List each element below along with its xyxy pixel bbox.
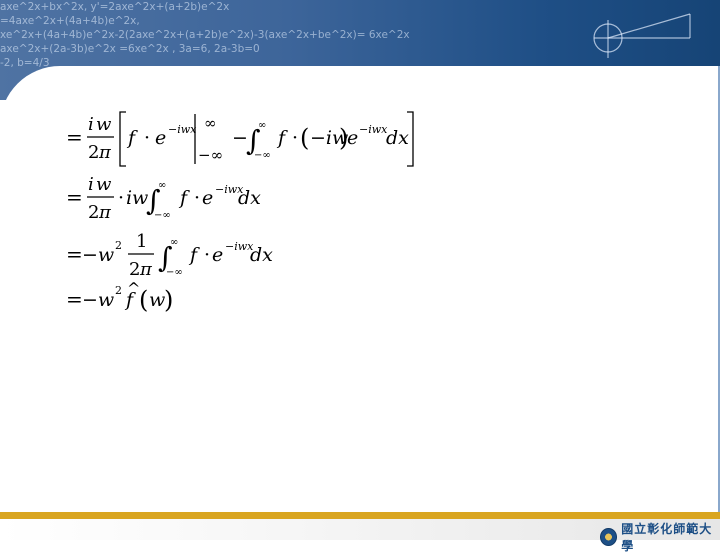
integral-lower-neg-infinity: −∞ [154,210,171,221]
banner-line: axe^2x+(2a-3b)e^2x =6xe^2x , 3a=6, 2a-3b… [0,43,260,55]
equals-sign: = [66,185,83,209]
left-paren: ( [139,286,148,314]
university-logo: 國立彰化師範大學 [600,520,720,554]
denominator-2: 2 [129,259,140,280]
term-neg-w: −w [82,289,114,311]
term-e: e [202,187,213,209]
term-e: e [347,127,358,149]
geometry-sketch-icon [593,13,691,58]
seal-icon [600,528,618,546]
integral-lower-neg-infinity: −∞ [166,267,183,278]
dot-operator: · [118,187,124,209]
footer-gold-bar [0,512,720,519]
equation-line-2: = i w 2 π · i w ∫ ∞ −∞ f · e −iwx dx [66,174,261,223]
exponent-iwx: −iwx [359,123,388,136]
left-bracket [119,111,126,167]
dot-operator: · [292,127,298,149]
numerator-w: w [96,174,112,195]
variable-w: w [149,289,165,311]
term-e: e [212,244,223,266]
left-paren: ( [300,124,309,152]
denominator-pi: π [139,259,153,280]
numerator-i: i [88,174,94,195]
exponent-two: 2 [115,239,122,252]
numerator-w: w [96,114,112,135]
university-name: 國立彰化師範大學 [621,522,713,553]
denominator-pi: π [98,142,112,163]
term-e: e [155,127,166,149]
integral-upper-infinity: ∞ [258,120,266,131]
banner-line: =4axe^2x+(4a+4b)e^2x, [0,15,140,27]
denominator-2: 2 [88,202,99,223]
dot-operator: · [194,187,200,209]
integral-lower-neg-infinity: −∞ [254,150,271,161]
lower-limit-neg-infinity: −∞ [198,146,223,164]
term-f: f [178,187,190,209]
equation-line-1: = i w 2 π f · e −iwx ∞ −∞ − ∫ ∞ −∞ f · (… [66,111,414,167]
term-neg-w: −w [82,244,114,266]
upper-limit-infinity: ∞ [204,114,217,132]
denominator-2: 2 [88,142,99,163]
dot-operator: · [204,244,210,266]
right-paren: ) [164,286,173,314]
exponent-two: 2 [115,284,122,297]
differential-dx: dx [238,187,261,209]
term-f: f [126,127,138,149]
equation-line-4: = −w 2 ^ f ( w ) [66,279,173,314]
numerator-i: i [88,114,94,135]
integral-upper-infinity: ∞ [158,180,166,191]
denominator-pi: π [98,202,112,223]
differential-dx: dx [250,244,273,266]
exponent-iwx: −iwx [168,123,197,136]
dot-operator: · [144,127,150,149]
integral-upper-infinity: ∞ [170,237,178,248]
equation-line-3: = −w 2 1 2 π ∫ ∞ −∞ f · e −iwx dx [66,231,273,280]
banner-line: xe^2x+(4a+4b)e^2x-2(2axe^2x+(a+2b)e^2x)-… [0,29,410,41]
equals-sign: = [66,125,83,149]
numerator-1: 1 [136,231,147,252]
differential-dx: dx [386,127,409,149]
term-f: f [188,244,200,266]
equals-sign: = [66,242,83,266]
equals-sign: = [66,287,83,311]
banner-equations: axe^2x+bx^2x, y'=2axe^2x+(a+2b)e^2x =4ax… [0,0,430,70]
derivation-equations: = i w 2 π f · e −iwx ∞ −∞ − ∫ ∞ −∞ f · (… [66,111,414,314]
banner-line: axe^2x+bx^2x, y'=2axe^2x+(a+2b)e^2x [0,1,230,13]
term-f: f [276,127,288,149]
